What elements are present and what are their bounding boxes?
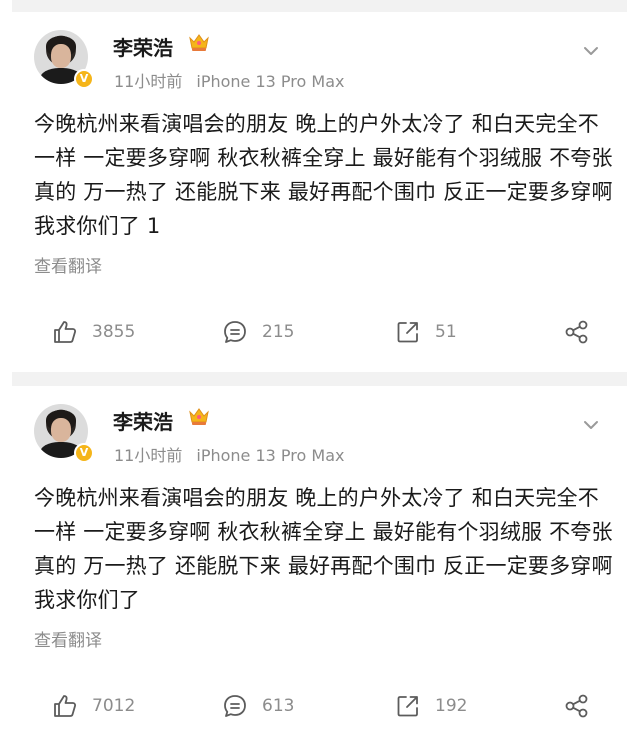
translate-link[interactable]: 查看翻译 [34,626,102,651]
like-button[interactable]: 7012 [52,686,135,726]
post-device: iPhone 13 Pro Max [196,72,345,91]
comment-button[interactable]: 613 [222,686,294,726]
action-bar: 7012 613 192 [12,686,627,726]
comment-button[interactable]: 215 [222,312,294,352]
crown-icon [189,408,209,425]
comment-icon [224,695,246,717]
verified-v-icon: V [74,69,94,89]
feed-separator [12,0,627,12]
verified-v-icon: V [74,443,94,463]
post-meta: 11小时前 iPhone 13 Pro Max [114,68,344,92]
post-time: 11小时前 [114,446,183,465]
translate-link[interactable]: 查看翻译 [34,252,102,277]
comment-count: 613 [262,696,295,716]
repost-count: 51 [435,322,457,342]
like-count: 3855 [92,322,136,342]
author-name[interactable]: 李荣浩 [113,406,173,435]
feed-separator [12,372,627,386]
repost-icon [397,322,418,343]
thumbs-up-icon [54,695,77,717]
weibo-post[interactable]: V 李荣浩 11小时前 iPhone 13 Pro Max 今晚杭州来看演唱会的朋… [12,386,627,746]
post-content: 今晚杭州来看演唱会的朋友 晚上的户外太冷了 和白天完全不一样 一定要多穿啊 秋衣… [34,486,613,612]
share-button[interactable] [564,312,590,352]
chevron-down-icon[interactable] [580,414,602,436]
thumbs-up-icon [54,321,77,343]
share-button[interactable] [564,686,590,726]
crown-icon [189,34,209,51]
repost-icon [397,696,418,717]
like-count: 7012 [92,696,136,716]
comment-icon [224,321,246,343]
comment-count: 215 [262,322,295,342]
repost-button[interactable]: 51 [395,312,457,352]
repost-count: 192 [435,696,468,716]
action-bar: 3855 215 51 [12,312,627,352]
share-icon [565,320,588,344]
post-meta: 11小时前 iPhone 13 Pro Max [114,442,344,466]
post-device: iPhone 13 Pro Max [196,446,345,465]
post-content: 今晚杭州来看演唱会的朋友 晚上的户外太冷了 和白天完全不一样 一定要多穿啊 秋衣… [34,112,613,238]
repost-button[interactable]: 192 [395,686,467,726]
weibo-post[interactable]: V 李荣浩 11小时前 iPhone 13 Pro Max 今晚杭州来看演唱会的朋… [12,12,627,372]
chevron-down-icon[interactable] [580,40,602,62]
post-time: 11小时前 [114,72,183,91]
share-icon [565,694,588,718]
like-button[interactable]: 3855 [52,312,135,352]
author-name[interactable]: 李荣浩 [113,32,173,61]
